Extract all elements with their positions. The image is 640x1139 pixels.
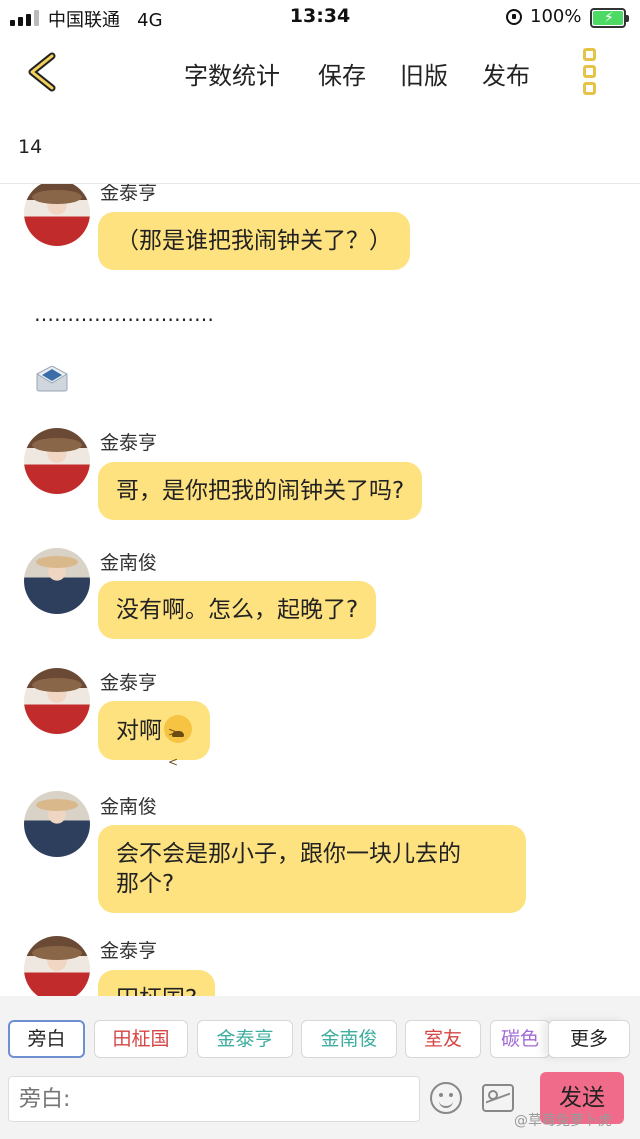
- word-count-value: 14: [18, 136, 43, 158]
- word-count-button[interactable]: 字数统计: [184, 56, 280, 91]
- avatar-namjoon[interactable]: [24, 791, 90, 857]
- speaker-name: 金泰亨: [100, 940, 158, 962]
- message-bubble[interactable]: （那是谁把我闹钟关了？）: [98, 212, 410, 270]
- speaker-name: 金泰亨: [100, 184, 158, 204]
- input-bar: 发送 @草莓兔萝卜虎: [0, 1070, 640, 1139]
- role-tab-roommate[interactable]: 室友: [405, 1020, 481, 1058]
- watermark: @草莓兔萝卜虎: [514, 1113, 612, 1129]
- envelope-icon[interactable]: [36, 366, 68, 392]
- chat-area[interactable]: 金泰亨 （那是谁把我闹钟关了？） ……………………… 金泰亨 哥，是你把我的闹钟…: [0, 184, 640, 996]
- role-tab-jungkook[interactable]: 田柾国: [94, 1020, 188, 1058]
- message-bubble[interactable]: 哥，是你把我的闹钟关了吗?: [98, 462, 423, 520]
- role-tab-narration[interactable]: 旁白: [8, 1020, 85, 1058]
- message-input[interactable]: [8, 1076, 420, 1122]
- emoji-picker-icon[interactable]: [430, 1082, 462, 1114]
- save-button[interactable]: 保存: [318, 56, 366, 91]
- speaker-name: 金南俊: [100, 796, 158, 818]
- more-roles-button[interactable]: 更多: [548, 1020, 630, 1058]
- battery-percent: 100%: [530, 6, 582, 27]
- message-bubble[interactable]: 没有啊。怎么，起晚了?: [98, 581, 377, 639]
- role-selector: 旁白 田柾国 金泰亨 金南俊 室友 碳色 更多: [0, 996, 640, 1070]
- speaker-name: 金南俊: [100, 552, 158, 574]
- narration-dots[interactable]: ………………………: [34, 302, 214, 326]
- message-bubble[interactable]: 田柾国?: [98, 970, 216, 996]
- speaker-name: 金泰亨: [100, 672, 158, 694]
- avatar-taehyung[interactable]: [24, 428, 90, 494]
- top-toolbar: 字数统计 保存 旧版 发布: [0, 36, 640, 106]
- old-version-button[interactable]: 旧版: [400, 56, 448, 91]
- message-bubble[interactable]: 会不会是那小子，跟你一块儿去的 那个?: [98, 825, 526, 913]
- image-picker-icon[interactable]: [482, 1084, 514, 1112]
- role-tab-namjoon[interactable]: 金南俊: [301, 1020, 397, 1058]
- avatar-taehyung[interactable]: [24, 184, 90, 246]
- battery-icon: ⚡: [590, 8, 629, 28]
- avatar-namjoon[interactable]: [24, 548, 90, 614]
- rotation-lock-icon: [506, 9, 522, 25]
- speaker-name: 金泰亨: [100, 432, 158, 454]
- back-icon[interactable]: [24, 52, 64, 92]
- message-bubble[interactable]: 对啊: [98, 701, 210, 777]
- avatar-taehyung[interactable]: [24, 668, 90, 734]
- tired-face-emoji-icon: [164, 715, 192, 777]
- publish-button[interactable]: 发布: [482, 56, 530, 91]
- role-tab-taehyung[interactable]: 金泰亨: [197, 1020, 293, 1058]
- more-menu-icon[interactable]: [578, 48, 600, 98]
- avatar-taehyung[interactable]: [24, 936, 90, 996]
- role-tab-tanse[interactable]: 碳色: [490, 1020, 550, 1058]
- status-bar: 中国联通 4G 13:34 100% ⚡: [0, 0, 640, 36]
